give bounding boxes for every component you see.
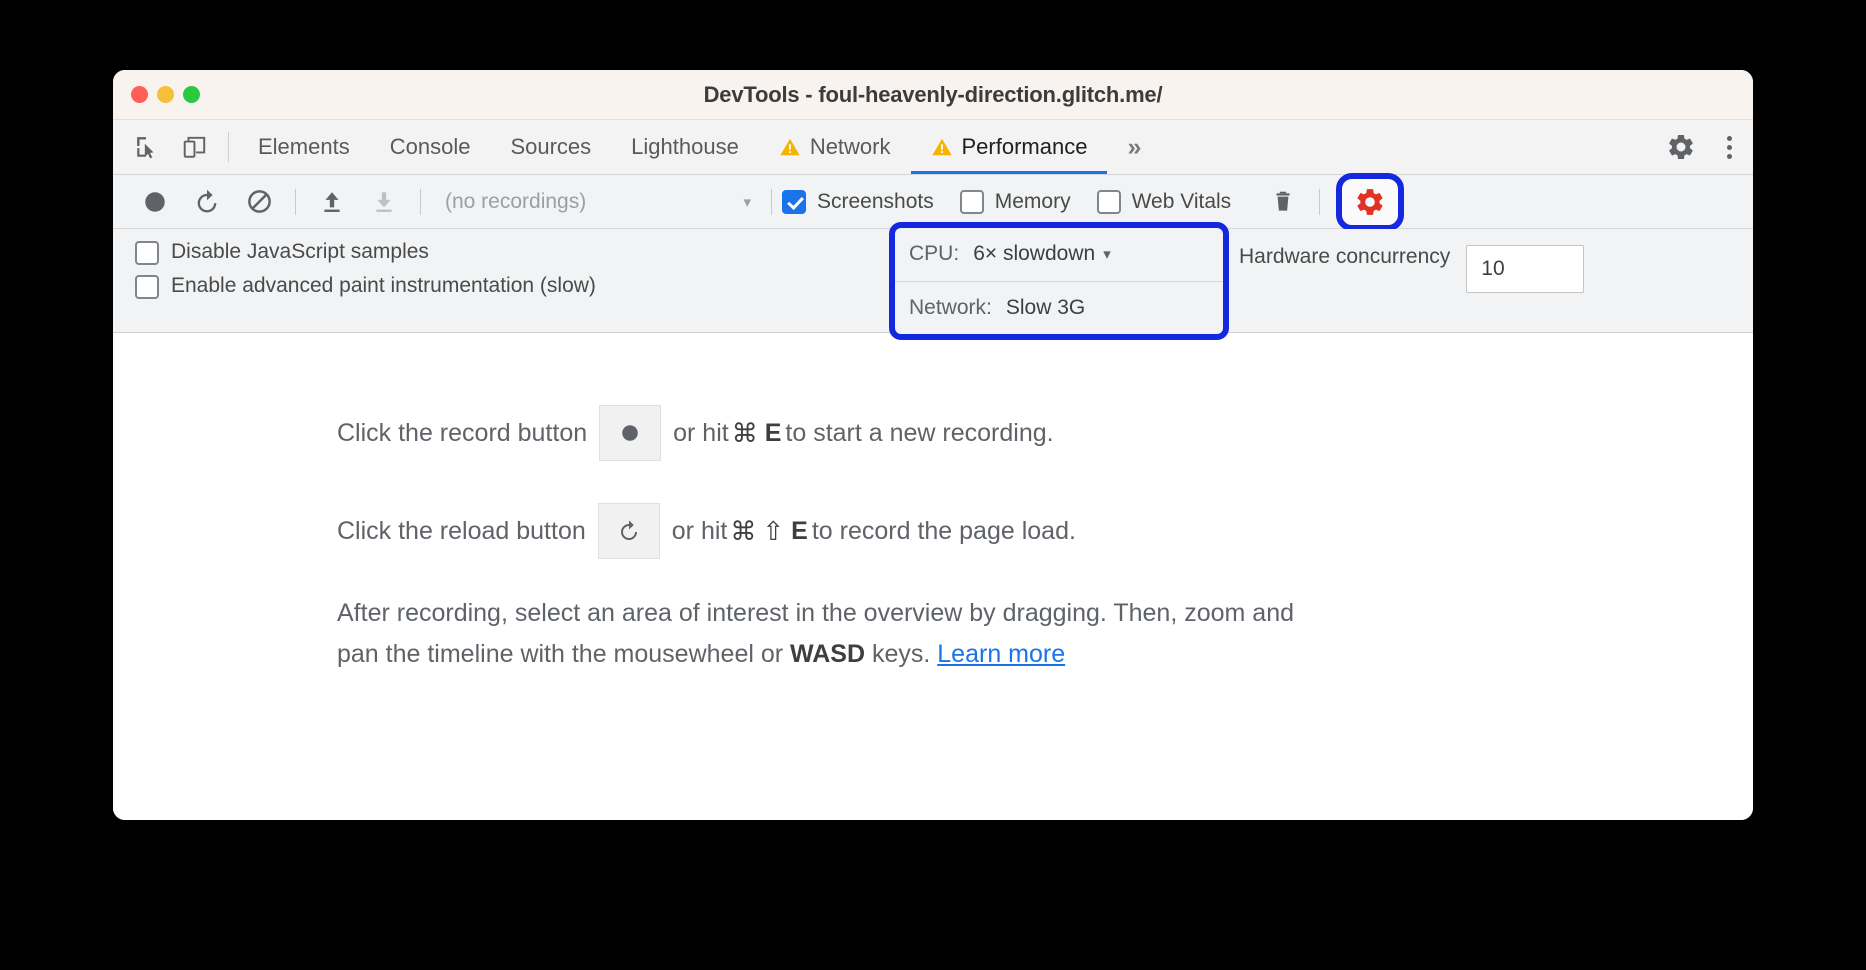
- tabbar-divider: [228, 132, 229, 162]
- capture-settings-pane: Disable JavaScript samples Enable advanc…: [113, 222, 1753, 340]
- performance-landing-page: Click the record button or hit ⌘ E to st…: [113, 333, 1753, 820]
- reload-and-record-button[interactable]: [181, 175, 233, 229]
- tab-label: Sources: [510, 134, 592, 159]
- checkbox-box: [135, 275, 159, 300]
- maximize-window-button[interactable]: [183, 86, 200, 103]
- memory-checkbox[interactable]: Memory: [959, 189, 1071, 214]
- load-profile-icon[interactable]: [306, 175, 358, 229]
- capture-settings-button[interactable]: [1336, 172, 1405, 231]
- checkbox-box: [1096, 189, 1121, 214]
- recordings-value: (no recordings): [445, 189, 587, 213]
- paragraph-part-2: keys.: [865, 640, 938, 669]
- checkbox-box: [135, 241, 159, 265]
- device-toolbar-icon[interactable]: [171, 120, 219, 174]
- toolbar-divider: [295, 188, 296, 215]
- command-key-icon: ⌘: [731, 417, 758, 448]
- option-label: Disable JavaScript samples: [171, 240, 429, 263]
- record-button[interactable]: [129, 175, 181, 229]
- tab-console[interactable]: Console: [370, 120, 491, 174]
- screenshots-checkbox[interactable]: Screenshots: [782, 189, 934, 214]
- capture-settings-options: Disable JavaScript samples Enable advanc…: [113, 229, 773, 332]
- close-window-button[interactable]: [131, 86, 148, 103]
- checkbox-box: [959, 189, 984, 214]
- record-hint-prefix: Click the record button: [337, 418, 588, 447]
- window-title: DevTools - foul-heavenly-direction.glitc…: [703, 81, 1163, 107]
- tab-network[interactable]: Network: [759, 120, 911, 174]
- reload-hint-suffix: to record the page load.: [811, 516, 1076, 545]
- toolbar-divider-2: [420, 188, 421, 215]
- checkbox-label: Screenshots: [817, 189, 934, 213]
- advanced-paint-instrumentation-checkbox[interactable]: Enable advanced paint instrumentation (s…: [135, 273, 773, 300]
- tab-label: Network: [809, 134, 891, 159]
- tab-label: Lighthouse: [631, 134, 739, 159]
- cpu-throttling-dropdown[interactable]: CPU: 6× slowdown ▾: [895, 228, 1223, 281]
- tab-sources[interactable]: Sources: [490, 120, 611, 174]
- command-key-icon: ⌘: [730, 515, 757, 546]
- record-button-inline-icon[interactable]: [599, 405, 662, 461]
- network-throttling-dropdown[interactable]: Network: Slow 3G: [895, 280, 1223, 335]
- warning-triangle-icon: [779, 136, 801, 158]
- more-tabs-button[interactable]: »: [1107, 120, 1161, 174]
- reload-hint-prefix: Click the reload button: [337, 516, 586, 545]
- toolbar-divider-3: [771, 188, 772, 215]
- hardware-concurrency-area: Hardware concurrency: [1203, 229, 1585, 332]
- warning-triangle-icon: [931, 136, 953, 158]
- checkbox-label: Web Vitals: [1131, 189, 1232, 213]
- reload-shortcut-key: E: [791, 516, 808, 545]
- devtools-window: DevTools - foul-heavenly-direction.glitc…: [113, 70, 1753, 820]
- tab-label: Elements: [258, 134, 350, 159]
- chevron-down-icon: ▾: [1103, 246, 1111, 264]
- more-options-kebab-icon[interactable]: [1705, 135, 1753, 159]
- record-hint-line: Click the record button or hit ⌘ E to st…: [337, 405, 1054, 461]
- shift-key-icon: ⇧: [762, 515, 785, 546]
- trash-icon[interactable]: [1257, 175, 1309, 229]
- learn-more-link[interactable]: Learn more: [937, 640, 1065, 668]
- devtools-tabbar: Elements Console Sources Lighthouse Netw…: [113, 120, 1753, 175]
- landing-paragraph: After recording, select an area of inter…: [337, 593, 1327, 676]
- network-throttling-value: Slow 3G: [1005, 295, 1086, 319]
- inspect-element-icon[interactable]: [123, 120, 171, 174]
- traffic-light-group: [131, 70, 200, 119]
- tabbar-right-controls: [1638, 120, 1753, 174]
- hardware-concurrency-checkbox[interactable]: Hardware concurrency: [1203, 245, 1450, 269]
- network-throttling-label: Network:: [909, 295, 992, 319]
- hardware-concurrency-label: Hardware concurrency: [1239, 245, 1451, 268]
- record-hint-mid: or hit: [673, 418, 729, 447]
- tab-performance[interactable]: Performance: [910, 120, 1108, 174]
- throttling-settings-highlight: CPU: 6× slowdown ▾ Network: Slow 3G: [889, 222, 1229, 340]
- settings-gear-icon[interactable]: [1657, 132, 1705, 162]
- tab-label: Performance: [961, 134, 1088, 159]
- tab-lighthouse[interactable]: Lighthouse: [611, 120, 759, 174]
- checkbox-box: [782, 189, 806, 214]
- cpu-throttling-value: 6× slowdown: [973, 242, 1096, 266]
- cpu-throttling-label: CPU:: [909, 242, 960, 266]
- performance-toolbar: (no recordings) ▾ Screenshots Memory Web…: [113, 172, 1753, 231]
- reload-hint-line: Click the reload button or hit ⌘ ⇧ E to …: [337, 503, 1076, 559]
- reload-hint-mid: or hit: [671, 516, 728, 545]
- double-chevron-right-icon: »: [1127, 132, 1142, 161]
- recordings-dropdown[interactable]: (no recordings) ▾: [431, 175, 761, 229]
- save-profile-icon[interactable]: [358, 175, 410, 229]
- chevron-down-icon: ▾: [743, 193, 751, 211]
- checkbox-label: Memory: [994, 189, 1071, 213]
- clear-button[interactable]: [233, 175, 285, 229]
- hardware-concurrency-input[interactable]: [1466, 245, 1585, 293]
- toolbar-divider-4: [1319, 188, 1321, 215]
- kebab-dots: [1726, 135, 1732, 159]
- wasd-keys-label: WASD: [790, 640, 866, 669]
- record-hint-suffix: to start a new recording.: [785, 418, 1054, 447]
- tab-elements[interactable]: Elements: [238, 120, 370, 174]
- option-label: Enable advanced paint instrumentation (s…: [171, 274, 596, 298]
- tab-label: Console: [389, 134, 471, 159]
- web-vitals-checkbox[interactable]: Web Vitals: [1096, 189, 1232, 214]
- record-shortcut-key: E: [764, 418, 782, 447]
- window-titlebar: DevTools - foul-heavenly-direction.glitc…: [113, 70, 1753, 120]
- reload-button-inline-icon[interactable]: [597, 503, 660, 559]
- disable-js-samples-checkbox[interactable]: Disable JavaScript samples: [135, 239, 773, 265]
- minimize-window-button[interactable]: [157, 86, 174, 103]
